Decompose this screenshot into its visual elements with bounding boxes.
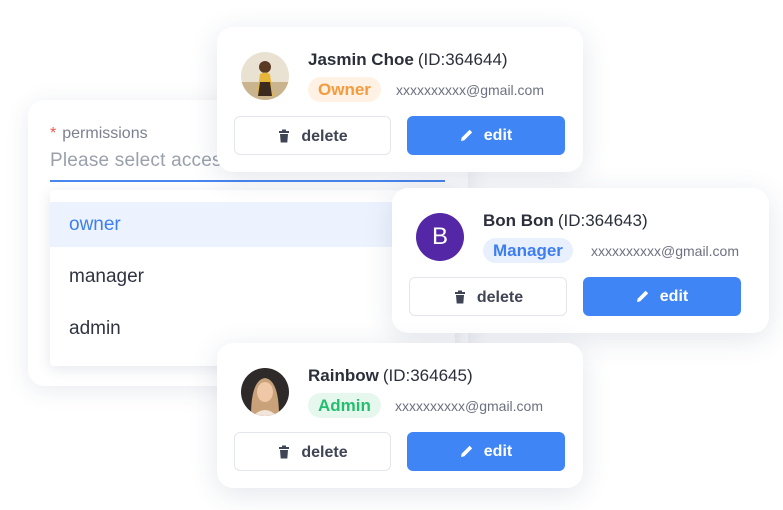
trash-icon (277, 445, 291, 459)
role-badge: Manager (483, 238, 573, 263)
trash-icon (453, 290, 467, 304)
delete-button[interactable]: delete (234, 432, 391, 471)
required-mark: * (50, 125, 57, 142)
edit-button[interactable]: edit (407, 116, 565, 155)
user-email: xxxxxxxxxx@gmail.com (395, 398, 544, 414)
delete-label: delete (301, 444, 348, 461)
pencil-icon (460, 128, 474, 142)
user-email: xxxxxxxxxx@gmail.com (396, 82, 545, 98)
delete-button[interactable]: delete (409, 277, 567, 316)
permissions-label: * permissions (50, 125, 148, 143)
user-id: (ID:364644) (417, 50, 508, 69)
user-card-jasmin: Jasmin Choe (ID:364644) Owner xxxxxxxxxx@… (217, 27, 583, 172)
edit-button[interactable]: edit (583, 277, 741, 316)
permissions-label-text: permissions (62, 125, 148, 142)
pencil-icon (460, 444, 474, 458)
avatar (241, 52, 289, 100)
edit-label: edit (659, 288, 689, 305)
avatar (241, 368, 289, 416)
user-card-rainbow: Rainbow (ID:364645) Admin xxxxxxxxxx@gmai… (217, 343, 583, 488)
user-name: Rainbow (308, 366, 379, 385)
user-email: xxxxxxxxxx@gmail.com (591, 243, 740, 259)
user-name-line: Bon Bon (ID:364643) (483, 211, 648, 231)
user-id: (ID:364643) (557, 211, 648, 230)
delete-label: delete (476, 289, 524, 306)
delete-label: delete (301, 128, 348, 145)
edit-label: edit (483, 127, 513, 144)
trash-icon (277, 129, 291, 143)
user-name-line: Jasmin Choe (ID:364644) (308, 50, 508, 70)
user-name: Bon Bon (483, 211, 554, 230)
role-badge: Admin (308, 393, 381, 418)
role-badge: Owner (308, 77, 381, 102)
user-id: (ID:364645) (382, 366, 473, 385)
permissions-placeholder: Please select access rights (50, 150, 226, 171)
user-card-bonbon: B Bon Bon (ID:364643) Manager xxxxxxxxxx@… (392, 188, 769, 333)
edit-button[interactable]: edit (407, 432, 565, 471)
pencil-icon (636, 289, 650, 303)
edit-label: edit (483, 443, 513, 460)
user-name: Jasmin Choe (308, 50, 414, 69)
avatar: B (416, 213, 464, 261)
user-name-line: Rainbow (ID:364645) (308, 366, 473, 386)
delete-button[interactable]: delete (234, 116, 391, 155)
